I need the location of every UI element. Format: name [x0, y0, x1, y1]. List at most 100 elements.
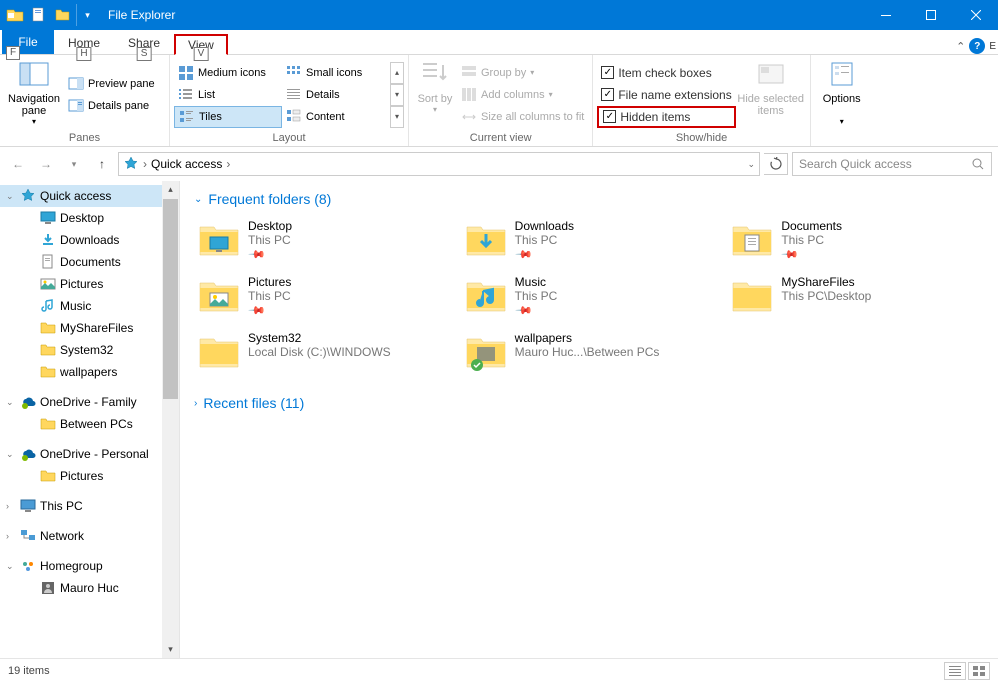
collapse-ribbon-icon[interactable]: ⌃ [956, 40, 965, 53]
sidebar-scrollbar[interactable]: ▴ ▾ [162, 181, 179, 658]
sidebar-item-network[interactable]: ›Network [0, 525, 179, 547]
sidebar-item-pictures[interactable]: Pictures📌 [0, 273, 179, 295]
qat-newfolder-icon[interactable] [52, 4, 74, 26]
sidebar-item-mauro-huc[interactable]: Mauro Huc [0, 577, 179, 599]
folder-card[interactable]: DesktopThis PC📌 [194, 215, 451, 265]
pin-icon: 📌 [247, 245, 266, 264]
recent-locations-dropdown[interactable]: ▾ [62, 152, 86, 176]
search-icon [971, 157, 985, 171]
tab-home[interactable]: Home H [54, 32, 114, 54]
window-title: File Explorer [108, 8, 175, 22]
qat-properties-icon[interactable] [28, 4, 50, 26]
preview-pane-button[interactable]: Preview pane [64, 73, 159, 95]
forward-button[interactable]: → [34, 152, 58, 176]
back-button[interactable]: ← [6, 152, 30, 176]
address-crumb[interactable]: Quick access [151, 157, 222, 171]
chevron-down-icon[interactable]: ⌄ [6, 449, 14, 460]
refresh-button[interactable] [764, 153, 788, 175]
group-by-button[interactable]: Group by ▾ [457, 62, 588, 84]
folder-icon [40, 364, 56, 380]
folder-name: Pictures [248, 275, 291, 289]
sidebar-item-quick-access[interactable]: ⌄ Quick access [0, 185, 179, 207]
folder-card[interactable]: wallpapersMauro Huc...\Between PCs [461, 327, 718, 377]
keytip-view: V [194, 47, 209, 61]
close-button[interactable] [953, 0, 998, 30]
sidebar-item-this-pc[interactable]: ›This PC [0, 495, 179, 517]
add-columns-button[interactable]: Add columns ▾ [457, 84, 588, 106]
layout-details[interactable]: Details [282, 84, 390, 106]
folder-location: Mauro Huc...\Between PCs [515, 345, 660, 359]
folder-card[interactable]: System32Local Disk (C:)\WINDOWS [194, 327, 451, 377]
sidebar-item-system32[interactable]: System32 [0, 339, 179, 361]
scroll-up-icon[interactable]: ▴ [162, 181, 179, 198]
item-check-boxes-checkbox[interactable]: Item check boxes [597, 62, 735, 84]
chevron-down-icon[interactable]: ⌄ [6, 397, 14, 408]
app-icon [4, 4, 26, 26]
pin-icon: 📌 [247, 301, 266, 320]
size-columns-button[interactable]: Size all columns to fit [457, 106, 588, 128]
scroll-down-icon[interactable]: ▾ [162, 641, 179, 658]
hidden-items-checkbox[interactable]: Hidden items [597, 106, 735, 128]
pin-icon: 📌 [514, 245, 533, 264]
address-separator[interactable]: › [143, 157, 147, 171]
layout-small-icons[interactable]: Small icons [282, 62, 390, 84]
chevron-right-icon[interactable]: › [6, 501, 9, 511]
address-dropdown-icon[interactable]: ⌄ [747, 159, 755, 170]
chevron-down-icon[interactable]: ⌄ [6, 191, 14, 202]
chevron-down-icon: ⌄ [194, 194, 202, 205]
sidebar-item-homegroup[interactable]: ⌄Homegroup [0, 555, 179, 577]
layout-tiles[interactable]: Tiles [174, 106, 282, 128]
sidebar-item-desktop[interactable]: Desktop📌 [0, 207, 179, 229]
sidebar-item-music[interactable]: Music [0, 295, 179, 317]
sidebar-item-between-pcs[interactable]: Between PCs [0, 413, 179, 435]
folder-name: System32 [248, 331, 391, 345]
sidebar-item-documents[interactable]: Documents📌 [0, 251, 179, 273]
file-name-extensions-checkbox[interactable]: File name extensions [597, 84, 735, 106]
options-button[interactable]: Options▾ [815, 57, 869, 132]
qat-dropdown-icon[interactable]: ▾ [76, 4, 98, 26]
frequent-folders-header[interactable]: ⌄ Frequent folders (8) [194, 191, 984, 207]
up-button[interactable]: ↑ [90, 152, 114, 176]
details-pane-button[interactable]: Details pane [64, 95, 159, 117]
folder-card[interactable]: DownloadsThis PC📌 [461, 215, 718, 265]
pin-icon: 📌 [514, 301, 533, 320]
folder-icon [40, 320, 56, 336]
sidebar-item-od-pictures[interactable]: Pictures [0, 465, 179, 487]
layout-scroll-down[interactable]: ▾ [390, 84, 404, 106]
folder-card[interactable]: MyShareFilesThis PC\Desktop [727, 271, 984, 321]
layout-content[interactable]: Content [282, 106, 390, 128]
sidebar-item-onedrive-personal[interactable]: ⌄OneDrive - Personal [0, 443, 179, 465]
folder-card[interactable]: MusicThis PC📌 [461, 271, 718, 321]
sidebar-item-wallpapers[interactable]: wallpapers [0, 361, 179, 383]
hide-selected-items-button[interactable]: Hide selected items [736, 57, 806, 132]
folder-icon [198, 275, 240, 317]
ribbon-group-panes: Navigation pane▾ Preview pane Details pa… [0, 55, 170, 146]
tab-share[interactable]: Share S [114, 32, 174, 54]
help-icon[interactable]: ? [969, 38, 985, 54]
sort-by-button[interactable]: Sort by▾ [413, 57, 457, 132]
search-input[interactable]: Search Quick access [792, 152, 992, 176]
status-icons-view-button[interactable] [968, 662, 990, 680]
navigation-tree: ⌄ Quick access Desktop📌 Downloads📌 Docum… [0, 181, 180, 658]
scroll-thumb[interactable] [163, 199, 178, 399]
address-separator[interactable]: › [226, 157, 230, 171]
address-bar[interactable]: › Quick access › ⌄ [118, 152, 760, 176]
folder-card[interactable]: PicturesThis PC📌 [194, 271, 451, 321]
tab-view[interactable]: View V [174, 34, 228, 55]
folder-card[interactable]: DocumentsThis PC📌 [727, 215, 984, 265]
sidebar-item-onedrive-family[interactable]: ⌄OneDrive - Family [0, 391, 179, 413]
tab-file[interactable]: File F [2, 30, 54, 54]
maximize-button[interactable] [908, 0, 953, 30]
chevron-right-icon[interactable]: › [6, 531, 9, 541]
navigation-pane-button[interactable]: Navigation pane▾ [4, 57, 64, 132]
layout-more[interactable]: ▾ [390, 106, 404, 128]
recent-files-header[interactable]: › Recent files (11) [194, 395, 984, 411]
layout-medium-icons[interactable]: Medium icons [174, 62, 282, 84]
status-details-view-button[interactable] [944, 662, 966, 680]
sidebar-item-mysharefiles[interactable]: MyShareFiles [0, 317, 179, 339]
minimize-button[interactable] [863, 0, 908, 30]
layout-scroll-up[interactable]: ▴ [390, 62, 404, 84]
sidebar-item-downloads[interactable]: Downloads📌 [0, 229, 179, 251]
chevron-down-icon[interactable]: ⌄ [6, 561, 14, 572]
layout-list[interactable]: List [174, 84, 282, 106]
